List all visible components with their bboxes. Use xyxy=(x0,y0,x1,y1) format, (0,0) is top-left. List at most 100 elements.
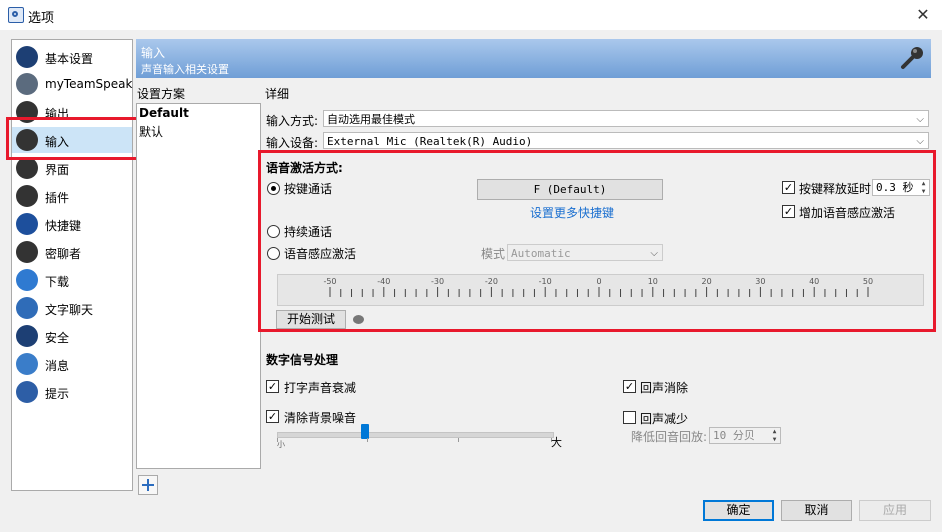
sidebar-item-11[interactable]: 消息 xyxy=(12,351,132,377)
ptt-label: 按键通话 xyxy=(284,182,333,196)
profiles-label: 设置方案 xyxy=(137,87,186,101)
chevron-down-icon: ⌵ xyxy=(650,248,658,259)
app-settings-icon xyxy=(8,7,24,23)
sidebar-item-0[interactable]: 基本设置 xyxy=(12,44,132,70)
slider-tick xyxy=(457,438,459,442)
plugin-icon xyxy=(16,185,38,207)
dsp-title: 数字信号处理 xyxy=(266,353,339,367)
keyboard-w-icon xyxy=(16,213,38,235)
whisper-icon xyxy=(16,241,38,263)
noise-removal-label: 清除背景噪音 xyxy=(284,411,357,425)
scale-label: 30 xyxy=(755,277,765,286)
ts-logo-icon xyxy=(16,46,38,68)
slider-max-label: 大 xyxy=(551,436,562,449)
sidebar-item-6[interactable]: 快捷键 xyxy=(12,211,132,237)
highlight-box-input-item xyxy=(6,117,139,160)
vad-radio[interactable] xyxy=(267,247,280,260)
section-subtitle: 声音输入相关设置 xyxy=(141,63,229,76)
sidebar-item-10[interactable]: 安全 xyxy=(12,323,132,349)
profile-item-default[interactable]: Default xyxy=(139,106,189,120)
sidebar-item-label: 插件 xyxy=(45,191,70,205)
release-delay-label: 按键释放延时 xyxy=(799,182,872,196)
download-icon xyxy=(16,269,38,291)
echo-reduce-spinbox[interactable]: 10 分贝 ▲ ▼ xyxy=(709,427,781,444)
scale-label: -40 xyxy=(377,277,390,286)
noise-slider-thumb[interactable] xyxy=(361,424,369,439)
scale-label: 20 xyxy=(702,277,712,286)
start-test-button[interactable]: 开始测试 xyxy=(276,310,346,329)
ok-button[interactable]: 确定 xyxy=(703,500,774,521)
level-meter: -50 -40 -30 -20 -10 0 10 20 30 40 50 xyxy=(277,274,924,306)
scale-label: -30 xyxy=(431,277,444,286)
user-icon xyxy=(16,73,38,95)
add-profile-button[interactable] xyxy=(138,475,158,495)
sidebar-item-label: 安全 xyxy=(45,331,70,345)
cancel-button[interactable]: 取消 xyxy=(781,500,852,521)
chevron-down-icon: ⌵ xyxy=(916,114,924,125)
mode-label: 模式 xyxy=(481,247,506,261)
sidebar: 基本设置 myTeamSpeak 输出 输入 界面 插件 快捷键 密聊者 下载 文字聊天 安全 消息提… xyxy=(11,39,133,491)
sidebar-item-label: 基本设置 xyxy=(45,52,94,66)
level-scale: -50 -40 -30 -20 -10 0 10 20 30 40 50 xyxy=(323,277,873,297)
mode-select[interactable]: Automatic ⌵ xyxy=(507,244,663,261)
scale-label: 50 xyxy=(863,277,873,286)
input-mode-label: 输入方式: xyxy=(266,114,319,128)
voice-activation-title: 语音激活方式: xyxy=(266,161,343,175)
slider-min-label: 小 xyxy=(277,440,285,449)
spin-up-icon[interactable]: ▲ xyxy=(919,180,928,187)
window-title: 选项 xyxy=(28,11,55,26)
noise-removal-checkbox[interactable]: ✓ xyxy=(266,410,279,423)
typing-attenuation-checkbox[interactable]: ✓ xyxy=(266,380,279,393)
continuous-radio[interactable] xyxy=(267,225,280,238)
sidebar-item-1[interactable]: myTeamSpeak xyxy=(12,71,132,97)
release-delay-spinbox[interactable]: 0.3 秒 ▲ ▼ xyxy=(872,179,930,196)
add-vad-label: 增加语音感应激活 xyxy=(799,206,896,220)
vad-label: 语音感应激活 xyxy=(284,247,357,261)
spin-down-icon[interactable]: ▼ xyxy=(770,436,779,443)
sidebar-item-7[interactable]: 密聊者 xyxy=(12,239,132,265)
sidebar-item-9[interactable]: 文字聊天 xyxy=(12,295,132,321)
add-vad-checkbox[interactable]: ✓ xyxy=(782,205,795,218)
profile-item-moren[interactable]: 默认 xyxy=(139,123,163,140)
sidebar-item-8[interactable]: 下载 xyxy=(12,267,132,293)
sidebar-item-label: 下载 xyxy=(45,275,70,289)
echo-reduce-checkbox[interactable] xyxy=(623,411,636,424)
info-icon xyxy=(16,381,38,403)
echo-cancel-label: 回声消除 xyxy=(640,381,689,395)
sidebar-item-label: 提示 xyxy=(45,387,70,401)
scale-label: 40 xyxy=(809,277,819,286)
scale-label: -50 xyxy=(323,277,336,286)
brush-icon xyxy=(16,157,38,179)
status-led-icon xyxy=(353,315,364,324)
echo-cancel-checkbox[interactable]: ✓ xyxy=(623,380,636,393)
release-delay-value: 0.3 秒 xyxy=(876,181,914,194)
ptt-radio[interactable] xyxy=(267,182,280,195)
continuous-label: 持续通话 xyxy=(284,225,333,239)
input-device-select[interactable]: External Mic (Realtek(R) Audio) ⌵ xyxy=(323,132,929,149)
sidebar-item-12[interactable]: 提示 xyxy=(12,379,132,405)
echo-reduce-value-label: 降低回音回放: xyxy=(631,430,708,444)
more-hotkeys-link[interactable]: 设置更多快捷键 xyxy=(530,204,614,221)
input-mode-select[interactable]: 自动选用最佳模式 ⌵ xyxy=(323,110,929,127)
sidebar-item-label: 消息 xyxy=(45,359,70,373)
slider-tick xyxy=(367,438,369,442)
sidebar-item-label: myTeamSpeak xyxy=(45,77,133,91)
sidebar-item-5[interactable]: 插件 xyxy=(12,183,132,209)
release-delay-checkbox[interactable]: ✓ xyxy=(782,181,795,194)
ptt-hotkey-button[interactable]: F (Default) xyxy=(477,179,663,200)
close-icon[interactable]: ✕ xyxy=(912,4,934,26)
sidebar-item-label: 密聊者 xyxy=(45,247,82,261)
sidebar-item-label: 界面 xyxy=(45,163,70,177)
apply-button[interactable]: 应用 xyxy=(859,500,931,521)
spin-up-icon[interactable]: ▲ xyxy=(770,428,779,435)
scale-label: 0 xyxy=(596,277,601,286)
input-mode-value: 自动选用最佳模式 xyxy=(327,113,415,126)
section-header: 输入 声音输入相关设置 xyxy=(136,39,931,78)
input-device-label: 输入设备: xyxy=(266,136,319,150)
microphone-icon xyxy=(901,47,923,69)
spin-down-icon[interactable]: ▼ xyxy=(919,188,928,195)
echo-reduce-label: 回声减少 xyxy=(640,412,689,426)
typing-attenuation-label: 打字声音衰减 xyxy=(284,381,357,395)
sidebar-item-label: 快捷键 xyxy=(45,219,82,233)
profiles-list[interactable]: Default 默认 xyxy=(136,103,261,469)
